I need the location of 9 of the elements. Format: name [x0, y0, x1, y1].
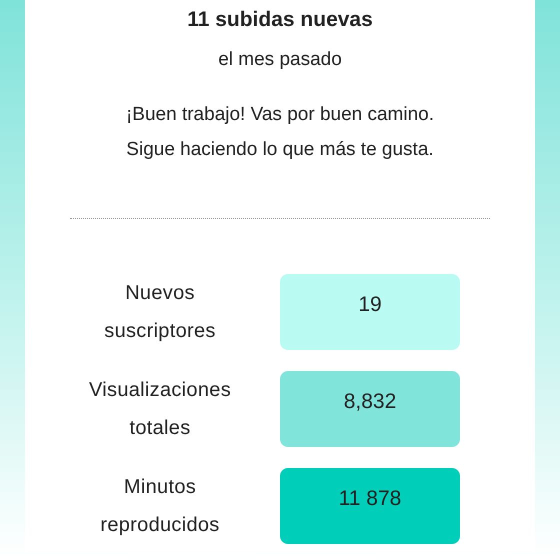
- stat-label: Minutos reproducidos: [99, 474, 221, 538]
- stat-value: 19: [280, 274, 460, 350]
- stat-value: 11 878: [280, 468, 460, 544]
- encouragement-message: ¡Buen trabajo! Vas por buen camino. Sigue haciendo lo que más te gusta.: [124, 103, 436, 162]
- uploads-title: 11 subidas nuevas: [186, 7, 374, 33]
- stat-label: Nuevos suscriptores: [103, 280, 217, 344]
- stat-value: 8,832: [280, 370, 460, 446]
- stat-label: Visualizaciones totales: [88, 378, 232, 440]
- period-text: el mes pasado: [217, 49, 343, 71]
